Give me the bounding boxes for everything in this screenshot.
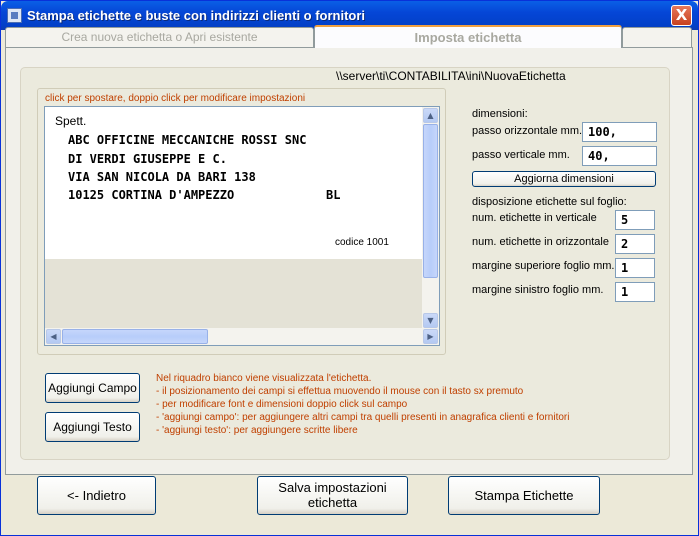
label-province[interactable]: BL [326, 188, 340, 202]
print-labels-button[interactable]: Stampa Etichette [448, 476, 600, 515]
label-line-city[interactable]: 10125 CORTINA D'AMPEZZO [68, 188, 234, 202]
save-settings-label-line1: Salva impostazioni [278, 480, 387, 495]
back-button[interactable]: <- Indietro [37, 476, 156, 515]
horizontal-count-field[interactable]: 2 [615, 234, 655, 254]
instructions: Nel riquadro bianco viene visualizzata l… [156, 372, 570, 437]
label-canvas[interactable]: Spett. ABC OFFICINE MECCANICHE ROSSI SNC… [45, 107, 423, 259]
close-button[interactable]: X [671, 5, 692, 26]
tab-empty[interactable] [622, 27, 692, 47]
instruction-line: - per modificare font e dimensioni doppi… [156, 399, 408, 410]
horizontal-scroll-thumb[interactable] [62, 329, 208, 344]
vertical-scrollbar[interactable]: ▲ ▼ [422, 107, 439, 329]
instruction-line: Nel riquadro bianco viene visualizzata l… [156, 373, 372, 384]
top-margin-label: margine superiore foglio mm. [472, 260, 615, 272]
horizontal-scrollbar[interactable]: ◀ ▶ [45, 328, 439, 345]
file-path: \\server\ti\CONTABILITA\ini\NuovaEtichet… [336, 69, 566, 83]
left-margin-label: margine sinistro foglio mm. [472, 284, 604, 296]
vertical-step-label: passo verticale mm. [472, 149, 570, 161]
vertical-scroll-thumb[interactable] [423, 124, 438, 278]
update-dimensions-button[interactable]: Aggiorna dimensioni [472, 171, 656, 187]
add-text-button[interactable]: Aggiungi Testo [45, 412, 140, 442]
instruction-line: - il posizionamento dei campi si effettu… [156, 386, 524, 397]
label-preview[interactable]: Spett. ABC OFFICINE MECCANICHE ROSSI SNC… [44, 106, 440, 346]
scroll-right-icon[interactable]: ▶ [423, 329, 438, 344]
instruction-line: - 'aggiungi testo': per aggiungere scrit… [156, 425, 358, 436]
scroll-down-icon[interactable]: ▼ [423, 313, 438, 328]
left-margin-field[interactable]: 1 [615, 282, 655, 302]
label-salutation[interactable]: Spett. [55, 114, 86, 128]
label-line-address[interactable]: VIA SAN NICOLA DA BARI 138 [68, 170, 256, 184]
horizontal-count-label: num. etichette in orizzontale [472, 236, 609, 248]
horizontal-step-label: passo orizzontale mm. [472, 125, 583, 137]
horizontal-step-field[interactable]: 100, [582, 122, 657, 142]
label-preview-hint: click per spostare, doppio click per mod… [45, 93, 306, 104]
label-line-name[interactable]: ABC OFFICINE MECCANICHE ROSSI SNC [68, 133, 306, 147]
tab-imposta-etichetta[interactable]: Imposta etichetta [314, 25, 622, 48]
scroll-left-icon[interactable]: ◀ [46, 329, 61, 344]
app-icon [7, 8, 22, 23]
save-settings-label-line2: etichetta [307, 495, 358, 510]
tab-crea-apri[interactable]: Crea nuova etichetta o Apri esistente [5, 27, 314, 47]
add-field-button[interactable]: Aggiungi Campo [45, 373, 140, 403]
top-margin-field[interactable]: 1 [615, 258, 655, 278]
vertical-step-field[interactable]: 40, [582, 146, 657, 166]
dimensions-heading: dimensioni: [472, 108, 528, 120]
scroll-up-icon[interactable]: ▲ [423, 108, 438, 123]
instruction-line: - 'aggiungi campo': per aggiungere altri… [156, 412, 570, 423]
label-line-company[interactable]: DI VERDI GIUSEPPE E C. [68, 152, 227, 166]
save-settings-button[interactable]: Salva impostazioni etichetta [257, 476, 408, 515]
window-title: Stampa etichette e buste con indirizzi c… [27, 8, 366, 23]
vertical-count-field[interactable]: 5 [615, 210, 655, 230]
layout-heading: disposizione etichette sul foglio: [472, 196, 627, 208]
vertical-count-label: num. etichette in verticale [472, 212, 597, 224]
label-code[interactable]: codice 1001 [335, 237, 389, 248]
